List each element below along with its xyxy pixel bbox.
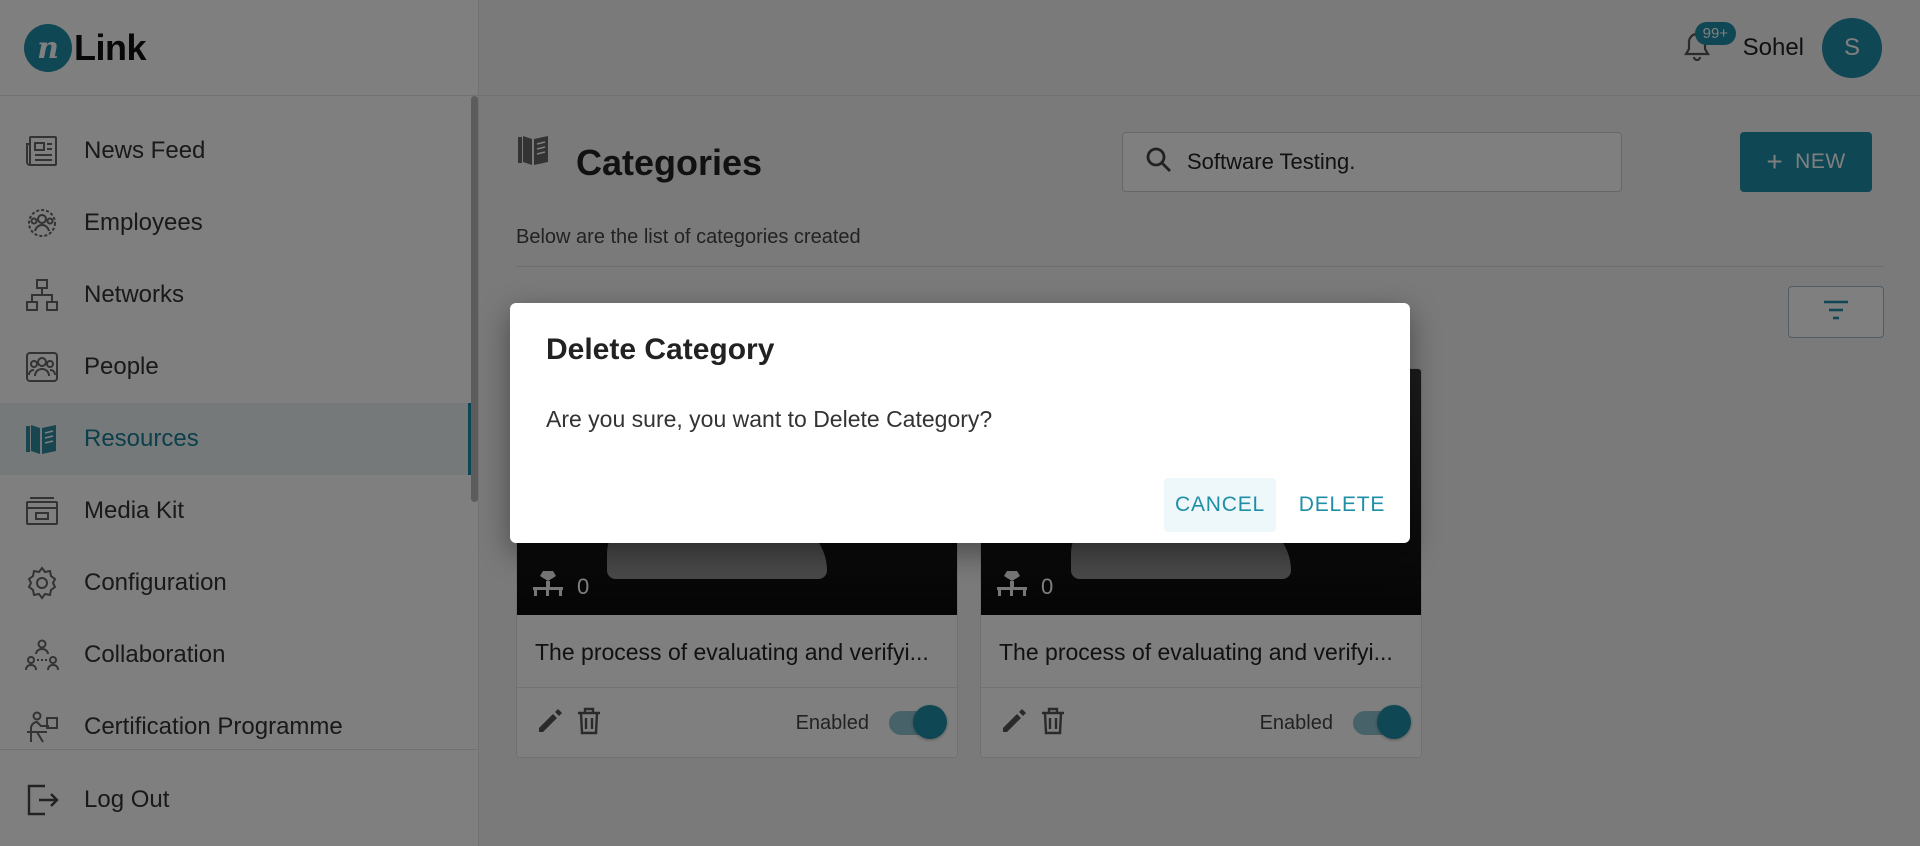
dialog-title: Delete Category — [546, 333, 775, 366]
delete-button[interactable]: DELETE — [1290, 478, 1394, 532]
delete-category-dialog: Delete Category Are you sure, you want t… — [510, 303, 1410, 543]
dialog-message: Are you sure, you want to Delete Categor… — [546, 406, 993, 432]
cancel-button[interactable]: CANCEL — [1164, 478, 1276, 532]
